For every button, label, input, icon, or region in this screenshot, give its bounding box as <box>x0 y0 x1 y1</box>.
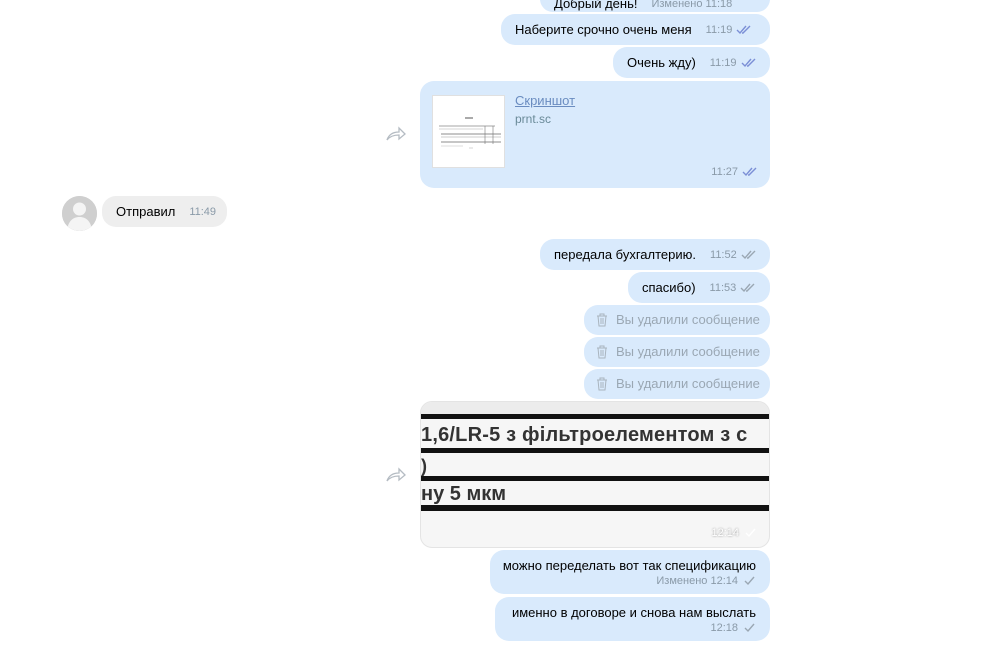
message-time: 11:49 <box>189 205 217 218</box>
message-meta: Изменено 11:18 <box>651 0 733 10</box>
double-check-sent-icon <box>740 283 756 293</box>
forward-icon[interactable] <box>385 467 407 483</box>
deleted-message[interactable]: Вы удалили сообщение <box>584 337 770 367</box>
image-text-line: ну 5 мкм <box>421 483 507 505</box>
forward-icon[interactable] <box>385 126 407 142</box>
check-icon <box>742 623 758 633</box>
message-text: именно в договоре и снова нам выслать <box>511 605 756 620</box>
trash-icon <box>596 345 608 359</box>
check-icon <box>743 528 759 538</box>
link-preview-message[interactable]: Скриншот prnt.sc 11:27 <box>420 81 770 188</box>
message-bubble[interactable]: можно переделать вот так спецификацию Из… <box>490 550 770 594</box>
trash-icon <box>596 313 608 327</box>
screenshot-thumbnail[interactable] <box>432 95 505 168</box>
message-text: Отправил <box>116 203 176 219</box>
deleted-message[interactable]: Вы удалили сообщение <box>584 305 770 335</box>
message-time: 11:19 <box>709 56 737 69</box>
link-site: prnt.sc <box>515 112 552 126</box>
check-icon <box>742 576 758 586</box>
image-message[interactable]: 1,6/LR-5 з фільтроелементом з с ) ну 5 м… <box>420 401 770 548</box>
message-text: спасибо) <box>642 279 696 295</box>
chat-history: Добрый день! Изменено 11:18 Наберите сро… <box>0 0 987 672</box>
message-time: 12:14 <box>711 527 739 539</box>
double-check-read-icon <box>742 167 758 177</box>
deleted-message[interactable]: Вы удалили сообщение <box>584 369 770 399</box>
message-text: Наберите срочно очень меня <box>515 21 692 37</box>
deleted-message-text: Вы удалили сообщение <box>616 376 760 391</box>
message-time: 11:52 <box>710 248 737 261</box>
message-bubble[interactable]: Очень жду) 11:19 <box>613 47 770 78</box>
message-text: Очень жду) <box>627 54 696 70</box>
message-bubble-incoming[interactable]: Отправил 11:49 <box>102 196 227 227</box>
message-bubble[interactable]: передала бухгалтерию. 11:52 <box>540 239 770 270</box>
avatar[interactable] <box>62 196 97 231</box>
double-check-read-icon <box>736 25 752 35</box>
message-time: 11:53 <box>709 281 737 294</box>
message-text: можно переделать вот так спецификацию <box>502 558 756 573</box>
link-title[interactable]: Скриншот <box>515 93 575 109</box>
message-text: Добрый день! <box>554 0 638 11</box>
message-bubble[interactable]: Добрый день! Изменено 11:18 <box>540 0 770 12</box>
double-check-sent-icon <box>741 250 757 260</box>
message-meta: Изменено 12:14 <box>656 575 738 587</box>
message-text: передала бухгалтерию. <box>554 246 697 262</box>
image-text-line: 1,6/LR-5 з фільтроелементом з с <box>421 424 748 446</box>
image-text-line: ) <box>421 456 427 476</box>
message-time: 11:19 <box>705 23 733 36</box>
trash-icon <box>596 377 608 391</box>
double-check-read-icon <box>741 58 757 68</box>
message-bubble[interactable]: Наберите срочно очень меня 11:19 <box>501 14 770 45</box>
message-time: 12:18 <box>710 622 738 634</box>
deleted-message-text: Вы удалили сообщение <box>616 312 760 327</box>
deleted-message-text: Вы удалили сообщение <box>616 344 760 359</box>
message-time: 11:27 <box>711 166 738 178</box>
message-bubble[interactable]: спасибо) 11:53 <box>628 272 770 303</box>
message-bubble[interactable]: именно в договоре и снова нам выслать 12… <box>495 597 770 641</box>
